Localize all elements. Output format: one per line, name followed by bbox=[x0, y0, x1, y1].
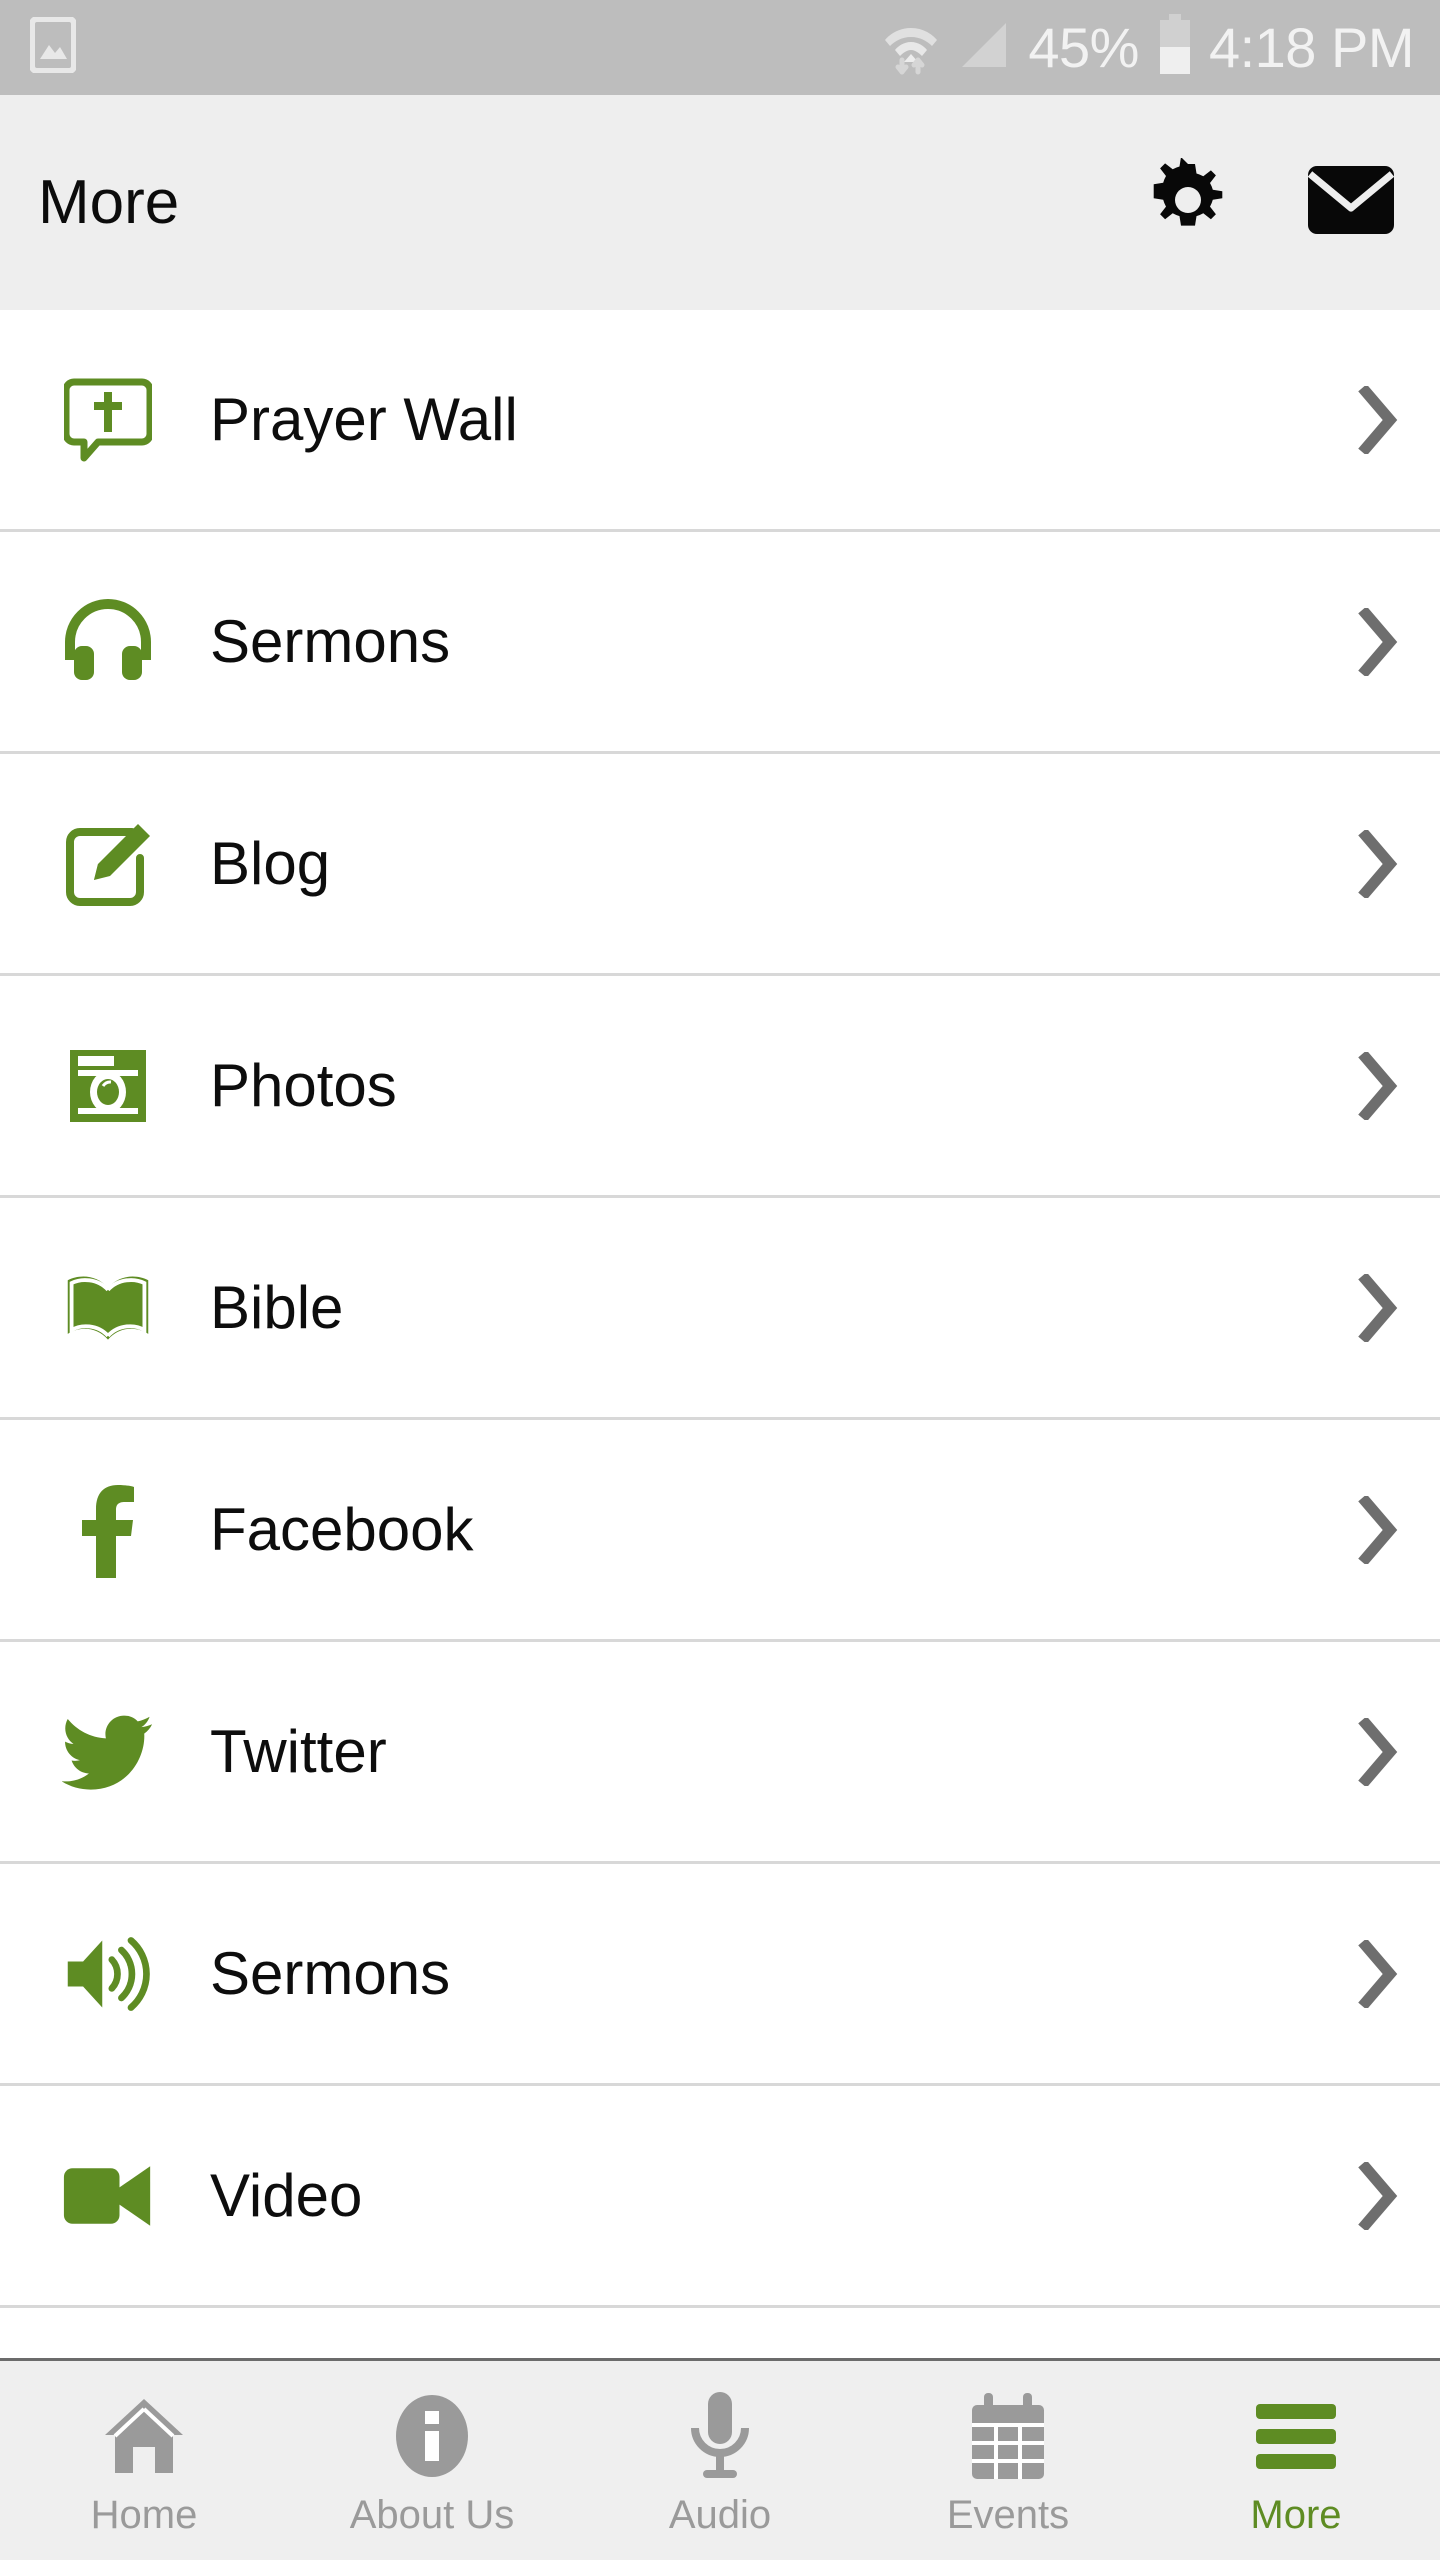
settings-button[interactable] bbox=[1146, 157, 1230, 247]
list-item-twitter[interactable]: Twitter bbox=[0, 1642, 1440, 1864]
chevron-right-icon bbox=[1356, 829, 1400, 898]
list-item-label: Twitter bbox=[210, 1717, 387, 1785]
chevron-right-icon bbox=[1356, 1717, 1400, 1786]
prayer-speech-bubble-cross-icon bbox=[62, 374, 154, 466]
list-item-label: Sermons bbox=[210, 1939, 451, 2007]
speaker-volume-icon bbox=[62, 1928, 154, 2020]
open-book-icon bbox=[62, 1262, 154, 1354]
video-camera-icon bbox=[62, 2150, 154, 2242]
battery-icon bbox=[1157, 14, 1193, 81]
facebook-f-icon bbox=[62, 1484, 154, 1578]
list-item-label: Facebook bbox=[210, 1495, 474, 1563]
status-bar-right: 45% 4:18 PM bbox=[882, 14, 1415, 81]
headphones-icon bbox=[62, 596, 154, 688]
wifi-with-data-transfer-icon bbox=[882, 14, 940, 81]
clock-label: 4:18 PM bbox=[1208, 15, 1415, 79]
app-screen: 45% 4:18 PM More Prayer Wall Sermons Blo… bbox=[0, 0, 1440, 2560]
pencil-edit-square-icon bbox=[62, 818, 154, 910]
twitter-bird-icon bbox=[62, 1706, 154, 1798]
bottom-navigation-bar: Home About Us Audio Events More bbox=[0, 2358, 1440, 2560]
cellular-signal-icon bbox=[956, 17, 1012, 78]
list-item-sermons-audio[interactable]: Sermons bbox=[0, 532, 1440, 754]
chevron-right-icon bbox=[1356, 1495, 1400, 1564]
list-item-sermons-speaker[interactable]: Sermons bbox=[0, 1864, 1440, 2086]
chevron-right-icon bbox=[1356, 1273, 1400, 1342]
nav-tab-label: Events bbox=[946, 2492, 1070, 2537]
list-item-bible[interactable]: Bible bbox=[0, 1198, 1440, 1420]
hamburger-menu-icon bbox=[1252, 2393, 1340, 2479]
list-item-label: Bible bbox=[210, 1273, 344, 1341]
mail-button[interactable] bbox=[1306, 162, 1396, 243]
status-bar: 45% 4:18 PM bbox=[0, 0, 1440, 95]
list-item-partial-next[interactable] bbox=[0, 2308, 1440, 2358]
list-item-facebook[interactable]: Facebook bbox=[0, 1420, 1440, 1642]
page-title: More bbox=[38, 167, 180, 237]
image-gallery-icon bbox=[29, 16, 77, 78]
camera-icon bbox=[62, 1040, 154, 1132]
nav-tab-more[interactable]: More bbox=[1152, 2361, 1440, 2560]
list-item-label: Sermons bbox=[210, 607, 451, 675]
chevron-right-icon bbox=[1356, 1051, 1400, 1120]
chevron-right-icon bbox=[1356, 607, 1400, 676]
list-item-label: Prayer Wall bbox=[210, 385, 518, 453]
microphone-icon bbox=[687, 2391, 753, 2479]
chevron-right-icon bbox=[1356, 1939, 1400, 2008]
status-bar-left bbox=[29, 16, 77, 78]
list-item-photos[interactable]: Photos bbox=[0, 976, 1440, 1198]
info-icon bbox=[392, 2393, 472, 2479]
nav-tab-label: About Us bbox=[349, 2492, 515, 2537]
list-item-label: Blog bbox=[210, 829, 331, 897]
calendar-icon bbox=[966, 2392, 1050, 2479]
chevron-right-icon bbox=[1356, 385, 1400, 454]
home-icon bbox=[101, 2393, 187, 2479]
nav-tab-label: Home bbox=[90, 2492, 198, 2537]
nav-tab-label: More bbox=[1250, 2492, 1342, 2537]
nav-tab-label: Audio bbox=[668, 2492, 772, 2537]
nav-tab-about-us[interactable]: About Us bbox=[288, 2361, 576, 2560]
header-actions bbox=[1146, 157, 1396, 247]
nav-tab-home[interactable]: Home bbox=[0, 2361, 288, 2560]
nav-tab-audio[interactable]: Audio bbox=[576, 2361, 864, 2560]
list-item-label: Video bbox=[210, 2161, 363, 2229]
chevron-right-icon bbox=[1356, 2161, 1400, 2230]
list-item-blog[interactable]: Blog bbox=[0, 754, 1440, 976]
app-header: More bbox=[0, 95, 1440, 310]
envelope-icon bbox=[1306, 162, 1396, 243]
nav-tab-events[interactable]: Events bbox=[864, 2361, 1152, 2560]
list-item-label: Photos bbox=[210, 1051, 397, 1119]
more-menu-list: Prayer Wall Sermons Blog Photos Bible Fa… bbox=[0, 310, 1440, 2358]
gear-icon bbox=[1146, 157, 1230, 247]
battery-percent-label: 45% bbox=[1028, 15, 1139, 79]
list-item-prayer-wall[interactable]: Prayer Wall bbox=[0, 310, 1440, 532]
list-item-video[interactable]: Video bbox=[0, 2086, 1440, 2308]
